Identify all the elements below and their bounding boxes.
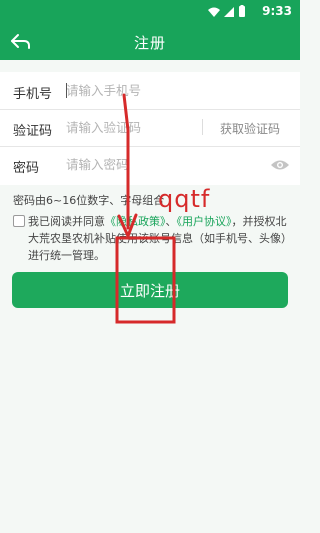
status-icons bbox=[208, 5, 245, 17]
agreement-prefix: 我已阅读并同意 bbox=[28, 215, 105, 228]
annotation-text: qqtf bbox=[158, 185, 211, 213]
text-caret bbox=[66, 83, 67, 98]
agree-checkbox[interactable] bbox=[13, 215, 25, 227]
signal-icon bbox=[224, 7, 234, 17]
status-bar: 9:33 bbox=[0, 0, 300, 24]
password-label: 密码 bbox=[13, 161, 40, 176]
privacy-policy-link[interactable]: 《隐私政策》 bbox=[105, 215, 166, 228]
get-code-button[interactable]: 获取验证码 bbox=[220, 120, 280, 137]
wifi-icon bbox=[208, 7, 220, 17]
phone-label: 手机号 bbox=[13, 87, 53, 102]
register-button[interactable]: 立即注册 bbox=[12, 272, 288, 308]
agreement-separator: 、 bbox=[165, 215, 177, 228]
code-label: 验证码 bbox=[13, 124, 53, 139]
password-hint: 密码由6~16位数字、字母组合 bbox=[13, 194, 165, 207]
status-time: 9:33 bbox=[262, 4, 292, 18]
user-agreement-link[interactable]: 《用户协议》 bbox=[177, 215, 232, 228]
agreement-text: 我已阅读并同意《隐私政策》、《用户协议》，并授权北大荒农垦农机补贴使用该账号信息… bbox=[28, 213, 293, 264]
phone-row: 手机号 bbox=[0, 72, 300, 110]
battery-icon bbox=[239, 6, 245, 17]
password-row: 密码 bbox=[0, 146, 300, 183]
phone-input[interactable] bbox=[66, 80, 196, 100]
app-bar: 注册 bbox=[0, 24, 300, 60]
page-title: 注册 bbox=[133, 34, 166, 52]
code-input[interactable] bbox=[66, 117, 196, 137]
register-form: 手机号 验证码 获取验证码 密码 bbox=[0, 72, 300, 185]
password-input[interactable] bbox=[66, 154, 196, 174]
eye-icon[interactable] bbox=[270, 158, 290, 172]
code-row: 验证码 获取验证码 bbox=[0, 109, 300, 147]
divider bbox=[202, 119, 203, 135]
